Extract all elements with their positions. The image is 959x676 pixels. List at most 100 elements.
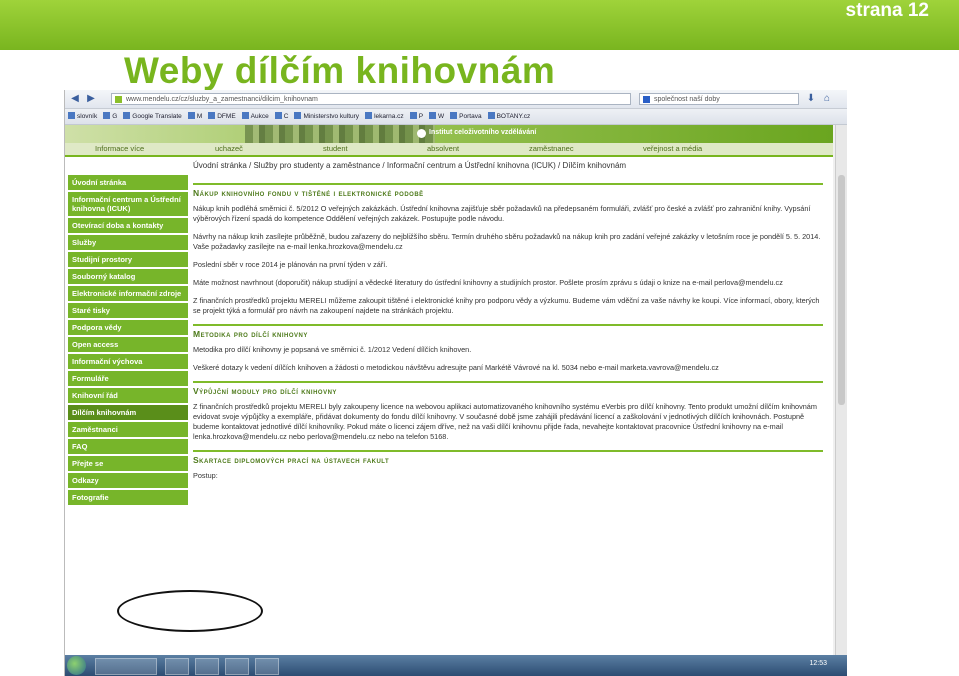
section-paragraph: Poslední sběr v roce 2014 je plánován na… [193, 260, 388, 269]
search-input[interactable]: společnost naší doby [639, 93, 799, 105]
section-heading: Nákup knihovního fondu v tištěné i elekt… [193, 183, 823, 198]
bookmark-item[interactable]: DFME [208, 112, 236, 120]
taskbar-app-3[interactable] [195, 658, 219, 675]
sidebar-item[interactable]: FAQ [68, 439, 188, 454]
sidebar-item[interactable]: Informační výchova [68, 354, 188, 369]
institute-logo-icon [417, 129, 426, 138]
bookmarks-bar: slovník G Google Translate M DFME Aukce C Minis… [65, 109, 847, 125]
sidebar-item[interactable]: Zaměstnanci [68, 422, 188, 437]
sidebar-item[interactable]: Souborný katalog [68, 269, 188, 284]
bookmark-icon [103, 112, 111, 119]
sidebar-item[interactable]: Otevírací doba a kontakty [68, 218, 188, 233]
bookmark-item[interactable]: Google Translate [123, 112, 182, 120]
bookmark-icon [68, 112, 75, 119]
section-paragraph: Máte možnost navrhnout (doporučit) nákup… [193, 278, 783, 287]
banner-photo-strip [245, 125, 435, 143]
bookmark-item[interactable]: BOTANY.cz [487, 112, 531, 120]
bookmark-label: Google Translate [132, 113, 182, 120]
sidebar-item[interactable]: Podpora vědy [68, 320, 188, 335]
taskbar-clock: 12:53 [809, 660, 827, 667]
section-heading: Metodika pro dílčí knihovny [193, 324, 823, 339]
section-heading: Výpůjční moduly pro dílčí knihovny [193, 381, 823, 396]
sidebar-item[interactable]: Knihovní řád [68, 388, 188, 403]
topnav-info[interactable]: Informace více [95, 144, 144, 153]
bookmark-label: BOTANY.cz [496, 113, 531, 120]
bookmark-label: Aukce [250, 113, 269, 120]
bookmark-icon [187, 112, 195, 119]
bookmark-icon [274, 112, 282, 119]
section-paragraph: Metodika pro dílčí knihovny je popsaná v… [193, 345, 472, 354]
sidebar-item[interactable]: Elektronické informační zdroje [68, 286, 188, 301]
topnav-zamestnanec[interactable]: zaměstnanec [529, 144, 574, 153]
bookmark-label: W [438, 113, 445, 120]
sidebar-item[interactable]: Dílčím knihovnám [68, 405, 188, 420]
main-content: Nákup knihovního fondu v tištěné i elekt… [193, 177, 823, 489]
bookmark-item[interactable]: Aukce [241, 112, 269, 120]
section-paragraph: Nákup knih podléhá směrnici č. 5/2012 O … [193, 204, 811, 223]
section-heading: Skartace diplomových prací na ústavech f… [193, 450, 823, 465]
section-paragraph: Návrhy na nákup knih zasílejte průběžně,… [193, 232, 821, 251]
section-paragraph: Postup: [193, 471, 218, 480]
bookmark-label: P [418, 113, 424, 120]
sidebar-item[interactable]: Studijní prostory [68, 252, 188, 267]
taskbar-app-5[interactable] [255, 658, 279, 675]
sidebar-item[interactable]: Odkazy [68, 473, 188, 488]
bookmark-item[interactable]: Ministerstvo kultury [294, 112, 359, 120]
topnav-uchazec[interactable]: uchazeč [215, 144, 243, 153]
start-icon[interactable] [67, 656, 86, 675]
bookmark-label: DFME [217, 113, 236, 120]
sidebar-item[interactable]: Přejte se [68, 456, 188, 471]
bookmark-item[interactable]: Portava [450, 112, 482, 120]
breadcrumb: Úvodní stránka / Služby pro studenty a z… [193, 161, 627, 170]
topnav-student[interactable]: student [323, 144, 348, 153]
bookmark-item[interactable]: C [274, 112, 288, 120]
sidebar: Úvodní stránka Informační centrum a Ústře… [68, 175, 188, 507]
home-icon[interactable]: ⌂ [821, 93, 833, 105]
site-banner: Institut celoživotního vzdělávání [65, 125, 833, 143]
section-paragraph: Z finančních prostředků projektu MERELI … [193, 296, 820, 315]
taskbar-app-1[interactable] [95, 658, 157, 675]
download-icon[interactable]: ⬇ [805, 93, 817, 105]
bookmark-label: Portava [459, 113, 482, 120]
bookmark-label: M [196, 113, 203, 120]
sidebar-item[interactable]: Staré tisky [68, 303, 188, 318]
scrollbar[interactable] [835, 125, 847, 655]
bookmark-item[interactable]: lekarna.cz [365, 112, 404, 120]
bookmark-label: G [112, 113, 118, 120]
sidebar-item[interactable]: Fotografie [68, 490, 188, 505]
topnav-absolvent[interactable]: absolvent [427, 144, 459, 153]
address-bar[interactable]: www.mendelu.cz/cz/sluzby_a_zamestnanci/d… [111, 93, 631, 105]
bookmark-icon [429, 112, 437, 119]
sidebar-item[interactable]: Formuláře [68, 371, 188, 386]
bookmark-icon [450, 112, 458, 119]
sidebar-item[interactable]: Informační centrum a Ústřední knihovna (… [68, 192, 188, 216]
bookmark-item[interactable]: W [429, 112, 444, 120]
sidebar-item[interactable]: Open access [68, 337, 188, 352]
bookmark-label: lekarna.cz [374, 113, 404, 120]
bookmark-icon [409, 112, 417, 119]
bookmark-item[interactable]: P [409, 112, 424, 120]
browser-screenshot: ◀ ▶ www.mendelu.cz/cz/sluzby_a_zamestnan… [64, 90, 847, 676]
taskbar-app-2[interactable] [165, 658, 189, 675]
bookmark-icon [365, 112, 373, 119]
page-number: strana 12 [845, 0, 929, 21]
bookmark-icon [123, 112, 131, 119]
bookmark-icon [294, 112, 302, 119]
bookmark-item[interactable]: slovník [68, 112, 97, 120]
topnav-verejnost[interactable]: veřejnost a média [643, 144, 702, 153]
search-text: společnost naší doby [654, 96, 720, 103]
forward-icon[interactable]: ▶ [85, 93, 97, 105]
section-paragraph: Veškeré dotazy k vedení dílčích knihoven… [193, 363, 719, 372]
website: Institut celoživotního vzdělávání Inform… [65, 125, 833, 655]
sidebar-item[interactable]: Služby [68, 235, 188, 250]
sidebar-item[interactable]: Úvodní stránka [68, 175, 188, 190]
bookmark-label: slovník [77, 113, 98, 120]
taskbar-app-4[interactable] [225, 658, 249, 675]
bookmark-item[interactable]: G [103, 112, 117, 120]
bookmark-item[interactable]: M [187, 112, 203, 120]
scrollbar-thumb[interactable] [838, 175, 845, 405]
favicon-icon [115, 96, 122, 103]
back-icon[interactable]: ◀ [69, 93, 81, 105]
taskbar: 12:53 [65, 655, 847, 676]
bookmark-icon [208, 112, 216, 119]
